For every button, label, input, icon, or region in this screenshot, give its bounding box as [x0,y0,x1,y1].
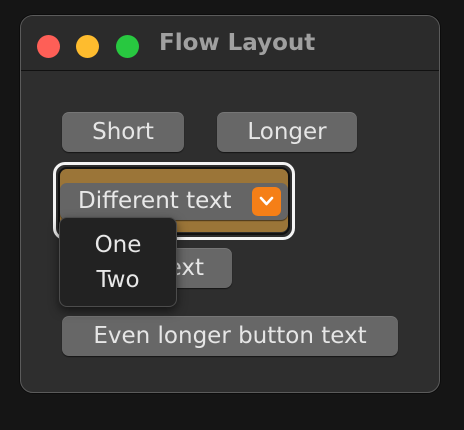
minimize-window-button[interactable] [76,35,99,58]
zoom-window-button[interactable] [116,35,139,58]
title-bar[interactable]: Flow Layout [21,16,439,71]
menu-item-two[interactable]: Two [60,264,176,296]
window: Flow Layout Short Longer Different text … [20,15,440,393]
close-window-button[interactable] [37,35,60,58]
popup-menu: One Two [59,217,177,307]
menu-item-one[interactable]: One [60,229,176,261]
even-longer-button[interactable]: Even longer button text [62,316,398,356]
short-button[interactable]: Short [62,112,184,152]
popup-selected-value: Different text [78,188,232,214]
window-title: Flow Layout [159,30,316,56]
different-text-popup-button[interactable]: Different text [60,183,288,220]
chevron-down-icon[interactable] [252,187,281,216]
longer-button[interactable]: Longer [217,112,357,152]
